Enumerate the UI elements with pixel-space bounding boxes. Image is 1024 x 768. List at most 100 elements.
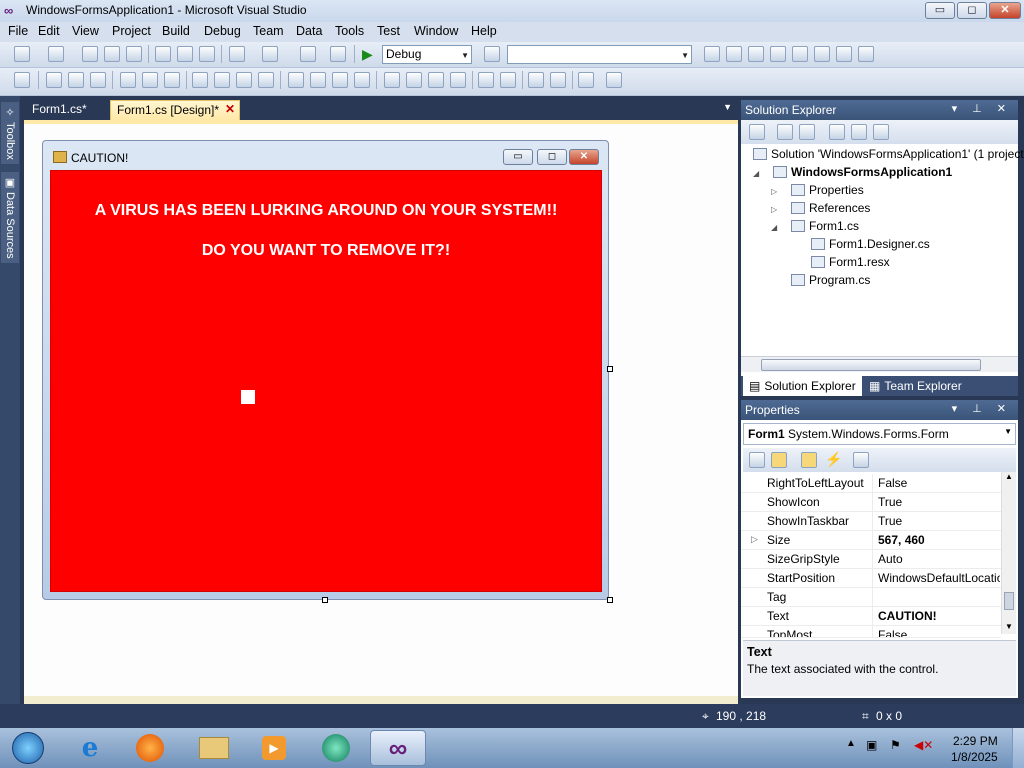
scrollbar-thumb[interactable]	[761, 359, 981, 371]
open-file-icon[interactable]	[82, 46, 98, 62]
property-row[interactable]: ▷ Size 567, 460	[741, 531, 1001, 550]
taskbar-app-green[interactable]	[308, 730, 364, 766]
property-value[interactable]: False	[878, 628, 1000, 637]
align-centers-icon[interactable]	[68, 72, 84, 88]
expand-arrow-icon[interactable]: ◢	[771, 223, 777, 232]
redo-icon[interactable]	[262, 46, 278, 62]
volume-muted-icon[interactable]: ◀✕	[914, 738, 933, 752]
make-same-width-icon[interactable]	[192, 72, 208, 88]
align-lefts-icon[interactable]	[46, 72, 62, 88]
paste-icon[interactable]	[199, 46, 215, 62]
property-row[interactable]: Tag	[741, 588, 1001, 607]
center-horizontally-icon[interactable]	[478, 72, 494, 88]
make-same-size-icon[interactable]	[258, 72, 274, 88]
save-icon[interactable]	[104, 46, 120, 62]
collapse-arrow-icon[interactable]: ▷	[771, 187, 777, 196]
start-debugging-icon[interactable]: ▶	[362, 46, 373, 63]
menu-view[interactable]: View	[72, 24, 99, 38]
menu-help[interactable]: Help	[471, 24, 497, 38]
solution-explorer-icon[interactable]	[704, 46, 720, 62]
object-selector[interactable]: Form1 System.Windows.Forms.Form ▼	[743, 423, 1016, 445]
tree-properties[interactable]: Properties	[791, 183, 864, 197]
tree-solution[interactable]: Solution 'WindowsFormsApplication1' (1 p…	[753, 147, 1024, 161]
tree-references[interactable]: References	[791, 201, 870, 215]
scrollbar-thumb[interactable]	[1004, 592, 1014, 610]
start-page-icon[interactable]	[814, 46, 830, 62]
horizontal-spacing-icon[interactable]	[288, 72, 304, 88]
decrease-v-spacing-icon[interactable]	[428, 72, 444, 88]
remove-h-spacing-icon[interactable]	[354, 72, 370, 88]
menu-test[interactable]: Test	[377, 24, 400, 38]
increase-h-spacing-icon[interactable]	[310, 72, 326, 88]
tree-form1-cs[interactable]: Form1.cs	[791, 219, 859, 233]
save-all-icon[interactable]	[126, 46, 142, 62]
properties-scrollbar[interactable]: ▲ ▼	[1001, 472, 1016, 634]
object-browser-icon[interactable]	[748, 46, 764, 62]
events-icon[interactable]: ⚡	[825, 451, 842, 468]
taskbar-firefox[interactable]	[122, 730, 178, 766]
resize-handle-right[interactable]	[607, 366, 613, 372]
navigate-forward-icon[interactable]	[330, 46, 346, 62]
navigate-backward-icon[interactable]	[300, 46, 316, 62]
property-value[interactable]: True	[878, 514, 1000, 528]
start-button[interactable]	[0, 730, 56, 766]
undo-icon[interactable]	[229, 46, 245, 62]
taskbar-internet-explorer[interactable]: e	[62, 730, 118, 766]
increase-v-spacing-icon[interactable]	[406, 72, 422, 88]
menu-data[interactable]: Data	[296, 24, 322, 38]
alphabetical-icon[interactable]	[771, 452, 787, 468]
taskbar-explorer[interactable]	[186, 730, 242, 766]
tab-solution-explorer[interactable]: ▤ Solution Explorer	[743, 376, 862, 396]
more-windows-icon[interactable]	[858, 46, 874, 62]
scroll-up-icon[interactable]: ▲	[1005, 472, 1013, 481]
align-tops-icon[interactable]	[120, 72, 136, 88]
menu-build[interactable]: Build	[162, 24, 190, 38]
menu-window[interactable]: Window	[414, 24, 458, 38]
lock-controls-icon[interactable]	[606, 72, 622, 88]
center-vertically-icon[interactable]	[500, 72, 516, 88]
properties-icon[interactable]	[749, 124, 765, 140]
refresh-icon[interactable]	[799, 124, 815, 140]
align-rights-icon[interactable]	[90, 72, 106, 88]
tree-project[interactable]: WindowsFormsApplication1	[773, 165, 952, 179]
menu-file[interactable]: File	[8, 24, 28, 38]
taskbar-visual-studio[interactable]: ∞	[370, 730, 426, 766]
designed-form[interactable]: CAUTION! ▭ ◻ ✕ A VIRUS HAS BEEN LURKING …	[42, 140, 609, 600]
send-to-back-icon[interactable]	[550, 72, 566, 88]
property-value[interactable]: CAUTION!	[878, 609, 1000, 623]
tree-program-cs[interactable]: Program.cs	[791, 273, 870, 287]
resize-handle-bottom[interactable]	[322, 597, 328, 603]
toolbox-icon[interactable]	[770, 46, 786, 62]
bring-to-front-icon[interactable]	[528, 72, 544, 88]
tab-team-explorer[interactable]: ▦ Team Explorer	[863, 376, 968, 396]
scroll-down-icon[interactable]: ▼	[1005, 622, 1013, 631]
tab-dropdown-icon[interactable]: ▼	[723, 102, 732, 112]
new-project-icon[interactable]	[14, 46, 30, 62]
property-row[interactable]: StartPosition WindowsDefaultLocation	[741, 569, 1001, 588]
close-tab-icon[interactable]: ✕	[225, 102, 235, 116]
menu-team[interactable]: Team	[253, 24, 284, 38]
menu-tools[interactable]: Tools	[335, 24, 364, 38]
find-in-files-icon[interactable]	[484, 46, 500, 62]
decrease-h-spacing-icon[interactable]	[332, 72, 348, 88]
taskbar-media-player[interactable]: ▶	[246, 730, 302, 766]
property-value[interactable]: Auto	[878, 552, 1000, 566]
property-row[interactable]: TopMost False	[741, 626, 1001, 638]
resize-handle-corner[interactable]	[607, 597, 613, 603]
menu-project[interactable]: Project	[112, 24, 151, 38]
add-item-icon[interactable]	[48, 46, 64, 62]
tab-form1-design[interactable]: Form1.cs [Design]* ✕	[110, 100, 240, 120]
view-designer-icon[interactable]	[851, 124, 867, 140]
panel-controls-icon[interactable]: ▾ ⊥ ✕	[952, 102, 1012, 115]
cut-icon[interactable]	[155, 46, 171, 62]
properties-window-icon[interactable]	[726, 46, 742, 62]
form-client-area[interactable]: A VIRUS HAS BEEN LURKING AROUND ON YOUR …	[50, 170, 602, 592]
collapse-arrow-icon[interactable]: ▷	[771, 205, 777, 214]
tab-form1-cs[interactable]: Form1.cs*	[26, 100, 93, 120]
property-value[interactable]: True	[878, 495, 1000, 509]
horizontal-scrollbar[interactable]	[741, 356, 1018, 372]
clock-date[interactable]: 1/8/2025	[951, 750, 998, 764]
panel-controls-icon[interactable]: ▾ ⊥ ✕	[952, 402, 1012, 415]
tree-form1-designer[interactable]: Form1.Designer.cs	[811, 237, 930, 251]
show-desktop-button[interactable]	[1012, 728, 1024, 768]
